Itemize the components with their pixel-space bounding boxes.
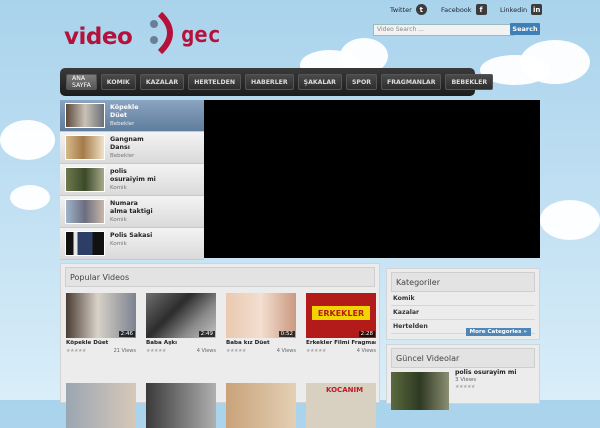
video-views: 4 Views xyxy=(356,348,376,354)
recent-video-title[interactable]: polis osurayim mi xyxy=(455,369,516,376)
video-title: Köpekle Düet xyxy=(66,340,109,346)
featured-category: Komik xyxy=(110,217,127,223)
nav-item-hertelden[interactable]: HERTELDEN xyxy=(188,74,242,90)
video-title: Baba kız Düet xyxy=(226,340,270,346)
video-thumbnail[interactable] xyxy=(66,383,136,428)
featured-category: Bebekler xyxy=(110,153,135,159)
video-views: 4 Views xyxy=(196,348,216,354)
video-card[interactable]: ERKEKLER 2:28 Erkekler Filmi Fragmanı ★★… xyxy=(306,293,376,354)
nav-item-ana-sayfa[interactable]: ANA SAYFA xyxy=(66,74,97,90)
linkedin-icon: in xyxy=(531,4,543,15)
categories-heading: Kategoriler xyxy=(391,272,535,292)
video-card[interactable]: 2:46 Köpekle Düet ★★★★★ 21 Views xyxy=(66,293,136,354)
nav-item-fragmanlar[interactable]: FRAGMANLAR xyxy=(380,74,442,90)
rating-stars: ★★★★★ xyxy=(226,348,246,354)
featured-category: Komik xyxy=(110,185,127,191)
featured-title: Köpekle Düet xyxy=(110,104,139,119)
search-button[interactable]: Search xyxy=(510,23,540,35)
search-input[interactable]: Video Search ... xyxy=(373,24,514,36)
nav-item-spor[interactable]: SPOR xyxy=(345,74,377,90)
video-thumbnail[interactable] xyxy=(226,383,296,428)
video-thumbnail xyxy=(65,167,105,192)
nav-item-sakalar[interactable]: ŞAKALAR xyxy=(297,74,342,90)
video-card[interactable]: 2:49 Baba Aşkı ★★★★★ 4 Views xyxy=(146,293,216,354)
logo-word-video: video xyxy=(64,24,133,50)
featured-title: Polis Sakasi xyxy=(110,232,153,239)
featured-category: Komik xyxy=(110,241,127,247)
video-duration: 2:49 xyxy=(198,331,215,337)
nav-item-komik[interactable]: KOMIK xyxy=(100,74,136,90)
facebook-icon: f xyxy=(475,4,487,15)
featured-item[interactable]: polis osuraiyim mi Komik xyxy=(60,164,204,196)
video-thumbnail: 0:52 xyxy=(226,293,296,338)
nav-item-bebekler[interactable]: BEBEKLER xyxy=(445,74,494,90)
linkedin-label: Linkedin xyxy=(500,5,528,14)
nav-item-kazalar[interactable]: KAZALAR xyxy=(139,74,185,90)
video-card[interactable]: 0:52 Baba kız Düet ★★★★★ 4 Views xyxy=(226,293,296,354)
rating-stars: ★★★★★ xyxy=(146,348,166,354)
featured-title: polis osuraiyim mi xyxy=(110,168,156,183)
video-views: 21 Views xyxy=(113,348,136,354)
video-duration: 2:28 xyxy=(358,331,375,337)
popular-videos-heading: Popular Videos xyxy=(65,267,375,287)
cloud xyxy=(520,40,590,84)
rating-stars: ★★★★★ xyxy=(66,348,86,354)
video-thumbnail xyxy=(65,103,105,128)
category-item-kazalar[interactable]: Kazalar xyxy=(391,306,535,320)
smiley-logo-icon xyxy=(150,11,173,55)
more-categories-button[interactable]: More Categories » xyxy=(465,328,531,336)
featured-video-list: Köpekle Düet Bebekler Gangnam Dansı Bebekl… xyxy=(60,100,204,260)
linkedin-link[interactable]: Linkedin in xyxy=(500,4,543,15)
featured-title: Numara alma taktigi xyxy=(110,200,153,215)
poster-title: ERKEKLER xyxy=(312,306,370,320)
video-views: 4 Views xyxy=(276,348,296,354)
featured-item[interactable]: Polis Sakasi Komik xyxy=(60,228,204,260)
video-duration: 0:52 xyxy=(278,331,295,337)
categories-panel: Kategoriler Komik Kazalar Hertelden More… xyxy=(386,268,540,340)
facebook-label: Facebook xyxy=(441,5,472,14)
featured-category: Bebekler xyxy=(110,121,135,127)
video-thumbnail xyxy=(65,231,105,256)
logo-word-gec: gec xyxy=(181,23,221,48)
recent-video-views: 3 Views xyxy=(455,377,477,383)
video-thumbnail[interactable]: KOCANIM xyxy=(306,383,376,428)
twitter-icon: t xyxy=(415,4,427,15)
recent-videos-heading: Güncel Videolar xyxy=(391,348,535,368)
video-title: Baba Aşkı xyxy=(146,340,178,346)
rating-stars: ★★★★★ xyxy=(455,384,475,390)
video-title: Erkekler Filmi Fragmanı xyxy=(306,340,376,346)
rating-stars: ★★★★★ xyxy=(306,348,326,354)
nav-item-haberler[interactable]: HABERLER xyxy=(245,74,294,90)
featured-item[interactable]: Köpekle Düet Bebekler xyxy=(60,100,204,132)
site-logo[interactable]: video gec xyxy=(64,10,224,58)
video-thumbnail xyxy=(65,199,105,224)
poster-title: KOCANIM xyxy=(326,386,364,394)
featured-item[interactable]: Numara alma taktigi Komik xyxy=(60,196,204,228)
recent-videos-panel: Güncel Videolar polis osurayim mi 3 View… xyxy=(386,344,540,410)
cloud xyxy=(0,120,55,160)
video-thumbnail: 2:49 xyxy=(146,293,216,338)
video-thumbnail xyxy=(65,135,105,160)
video-thumbnail[interactable] xyxy=(391,372,449,410)
video-thumbnail: 2:46 xyxy=(66,293,136,338)
popular-videos-panel: Popular Videos 2:46 Köpekle Düet ★★★★★ 21… xyxy=(60,263,380,428)
video-duration: 2:46 xyxy=(118,331,135,337)
main-nav: ANA SAYFA KOMIK KAZALAR HERTELDEN HABERL… xyxy=(60,68,494,96)
twitter-link[interactable]: Twitter t xyxy=(390,4,427,15)
category-item-komik[interactable]: Komik xyxy=(391,292,535,306)
video-thumbnail[interactable] xyxy=(146,383,216,428)
cloud xyxy=(10,185,50,210)
featured-item[interactable]: Gangnam Dansı Bebekler xyxy=(60,132,204,164)
video-thumbnail: ERKEKLER 2:28 xyxy=(306,293,376,338)
featured-title: Gangnam Dansı xyxy=(110,136,144,151)
video-player[interactable] xyxy=(204,100,540,258)
twitter-label: Twitter xyxy=(390,5,412,14)
facebook-link[interactable]: Facebook f xyxy=(441,4,487,15)
cloud xyxy=(540,200,600,240)
